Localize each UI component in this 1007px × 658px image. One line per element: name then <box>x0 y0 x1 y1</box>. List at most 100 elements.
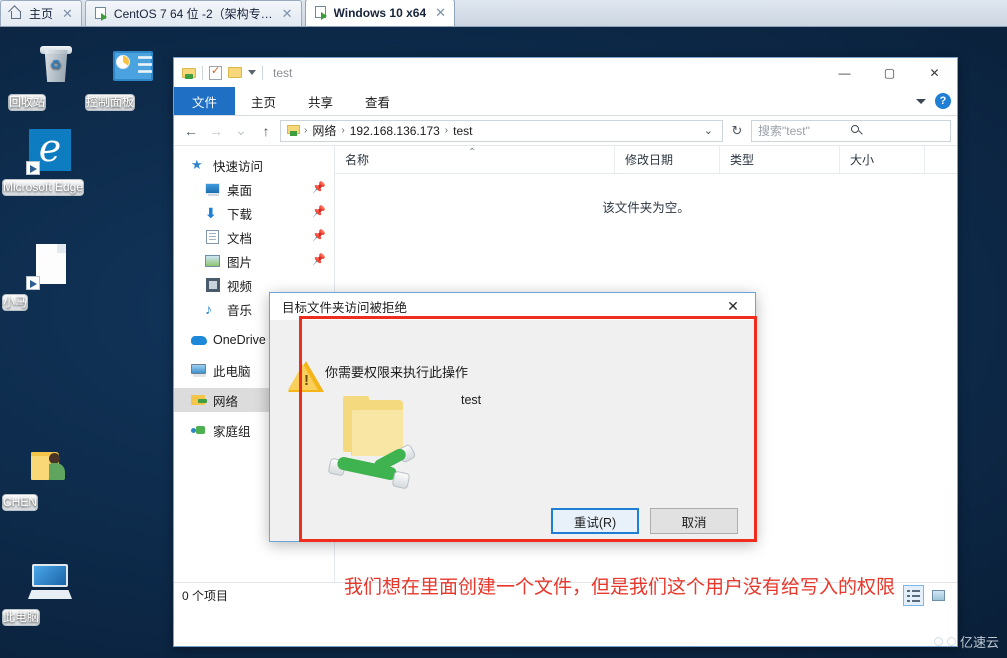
item-count: 0 个项目 <box>182 589 229 603</box>
desktop-icon-label: 此电脑 <box>2 609 41 626</box>
this-pc-icon <box>191 362 207 378</box>
help-icon[interactable]: ? <box>935 93 951 109</box>
quick-access-toolbar <box>174 64 263 80</box>
sidebar-item-documents[interactable]: 文档 📌 <box>174 225 334 249</box>
dialog-body: ! 你需要权限来执行此操作 test <box>270 320 755 500</box>
cancel-button[interactable]: 取消 <box>650 508 738 534</box>
vm-icon <box>314 6 329 20</box>
vm-tab-strip: 主页 ✕ CentOS 7 64 位 -2（架构专… ✕ Windows 10 … <box>0 0 1007 27</box>
dialog-title: 目标文件夹访问被拒绝 <box>282 301 408 315</box>
close-icon[interactable]: ✕ <box>62 6 73 22</box>
pin-icon[interactable]: 📌 <box>312 207 326 218</box>
sidebar-item-desktop[interactable]: 桌面 📌 <box>174 177 334 201</box>
ribbon-tab-bar: 文件 主页 共享 查看 ? <box>174 87 957 116</box>
desktop-icon-chen[interactable]: CHEN <box>2 442 98 511</box>
new-folder-icon[interactable] <box>228 67 242 78</box>
window-title: test <box>273 65 293 80</box>
up-button[interactable]: ↑ <box>255 120 277 142</box>
dialog-title-bar: 目标文件夹访问被拒绝 ✕ <box>270 293 755 320</box>
divider <box>202 65 203 80</box>
network-folder-icon[interactable] <box>182 66 196 79</box>
tab-home[interactable]: 主页 <box>235 87 292 115</box>
vm-tab-label: 主页 <box>29 7 54 21</box>
close-icon[interactable]: ✕ <box>435 5 446 21</box>
breadcrumb-item-network[interactable]: 网络 <box>308 122 340 139</box>
forward-button[interactable]: → <box>205 120 227 142</box>
sidebar-item-downloads[interactable]: ⬇ 下载 📌 <box>174 201 334 225</box>
breadcrumb-item-test[interactable]: test <box>449 124 476 138</box>
sidebar-item-quick-access[interactable]: ★ 快速访问 <box>174 153 334 177</box>
refresh-button[interactable]: ↻ <box>726 120 748 142</box>
onedrive-icon <box>191 332 207 348</box>
search-placeholder: 搜索"test" <box>758 124 810 138</box>
annotation-text: 我们想在里面创建一个文件，但是我们这个用户没有给写入的权限 <box>344 576 896 598</box>
desktop-icon-control-panel[interactable]: 控制面板 <box>85 42 181 111</box>
homegroup-icon <box>191 422 207 438</box>
search-input[interactable]: 搜索"test" <box>751 119 951 142</box>
network-shared-folder-icon <box>327 396 435 492</box>
breadcrumb[interactable]: › 网络 › 192.168.136.173 › test ⌄ <box>280 119 723 142</box>
sidebar-item-label: 网络 <box>213 394 239 409</box>
column-header-type[interactable]: 类型 <box>720 146 840 173</box>
explorer-title-bar: test — ▢ ✕ <box>174 58 957 87</box>
pin-icon[interactable]: 📌 <box>312 183 326 194</box>
minimize-button[interactable]: — <box>822 58 867 87</box>
properties-icon[interactable] <box>209 64 222 80</box>
recycle-bin-icon: ♻ <box>32 42 80 90</box>
retry-button[interactable]: 重试(R) <box>551 508 639 534</box>
close-icon[interactable]: ✕ <box>282 6 293 22</box>
pictures-icon <box>205 253 221 269</box>
desktop-icon-microsoft-edge[interactable]: e Microsoft Edge <box>2 126 98 196</box>
vm-tab-label: CentOS 7 64 位 -2（架构专… <box>113 7 273 21</box>
windows-desktop: ♻ 回收站 控制面板 e Microsoft Edge 小马 CHEN 此电脑 … <box>0 27 1007 658</box>
network-folder-icon <box>287 124 300 137</box>
vm-tab-home[interactable]: 主页 ✕ <box>0 0 82 26</box>
desktop-icon-xiaoma[interactable]: 小马 <box>2 242 98 311</box>
sidebar-item-label: OneDrive <box>213 333 266 347</box>
vm-icon <box>94 6 109 21</box>
sidebar-item-label: 视频 <box>227 279 253 294</box>
desktop-icon-this-pc[interactable]: 此电脑 <box>2 557 98 626</box>
watermark-text: 亿速云 <box>959 634 999 650</box>
watermark-icon <box>946 636 956 646</box>
column-header-date[interactable]: 修改日期 <box>615 146 720 173</box>
downloads-icon: ⬇ <box>205 205 217 221</box>
tab-view[interactable]: 查看 <box>349 87 406 115</box>
recent-locations-button[interactable]: ⌄ <box>230 120 252 142</box>
sidebar-item-pictures[interactable]: 图片 📌 <box>174 249 334 273</box>
breadcrumb-dropdown-icon[interactable]: ⌄ <box>699 124 718 137</box>
star-icon: ★ <box>191 157 203 172</box>
sidebar-item-label: 快速访问 <box>213 159 264 174</box>
chevron-down-icon[interactable] <box>916 98 926 104</box>
warning-triangle-icon: ! <box>288 361 324 393</box>
vm-tab-centos[interactable]: CentOS 7 64 位 -2（架构专… ✕ <box>84 0 302 26</box>
customize-caret-icon[interactable] <box>248 70 256 75</box>
breadcrumb-item-host[interactable]: 192.168.136.173 <box>346 124 444 138</box>
back-button[interactable]: ← <box>180 120 202 142</box>
column-header-size[interactable]: 大小 <box>840 146 925 173</box>
desktop-icon-label: 回收站 <box>8 94 47 111</box>
divider <box>262 65 263 80</box>
tab-share[interactable]: 共享 <box>292 87 349 115</box>
pin-icon[interactable]: 📌 <box>312 231 326 242</box>
sidebar-item-label: 桌面 <box>227 183 253 198</box>
maximize-button[interactable]: ▢ <box>867 58 912 87</box>
sidebar-item-label: 图片 <box>227 255 253 270</box>
window-controls: — ▢ ✕ <box>822 58 957 87</box>
desktop-icon-label: CHEN <box>2 494 39 511</box>
vm-tab-windows10[interactable]: Windows 10 x64 ✕ <box>304 0 456 26</box>
tab-file[interactable]: 文件 <box>174 87 236 115</box>
file-shortcut-icon <box>26 242 74 290</box>
music-icon: ♪ <box>205 301 212 317</box>
shortcut-arrow-icon <box>26 161 40 175</box>
sidebar-item-label: 此电脑 <box>213 364 251 379</box>
sidebar-item-label: 家庭组 <box>213 424 251 439</box>
desktop-icon-label: Microsoft Edge <box>2 179 85 196</box>
dialog-close-button[interactable]: ✕ <box>711 293 755 320</box>
address-bar: ← → ⌄ ↑ › 网络 › 192.168.136.173 › test ⌄ … <box>174 116 957 145</box>
sidebar-item-label: 文档 <box>227 231 253 246</box>
close-button[interactable]: ✕ <box>912 58 957 87</box>
access-denied-dialog: 目标文件夹访问被拒绝 ✕ ! 你需要权限来执行此操作 test 重试(R) 取消 <box>269 292 756 542</box>
pin-icon[interactable]: 📌 <box>312 255 326 266</box>
sort-indicator-icon: ⌃ <box>468 147 477 158</box>
